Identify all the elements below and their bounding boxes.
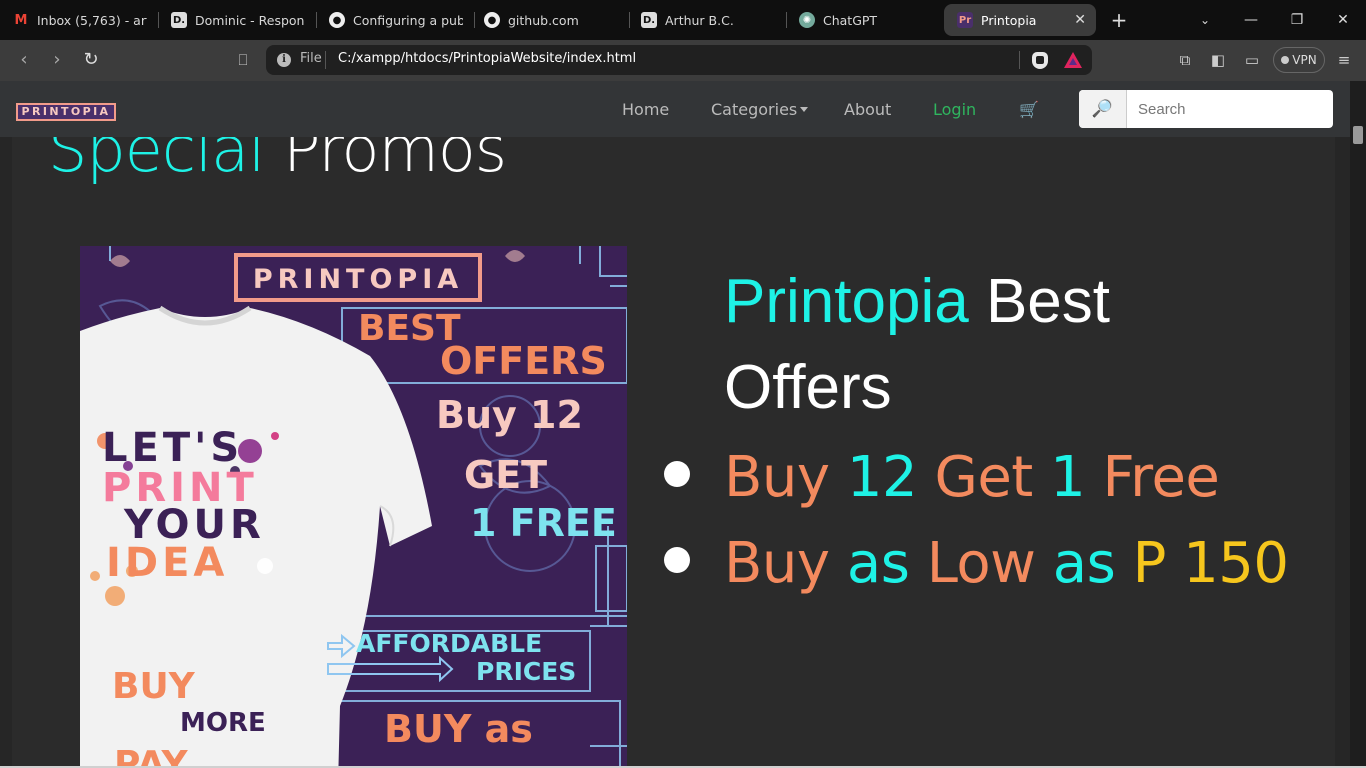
tab-search-chevron-icon[interactable]: ⌄ (1182, 0, 1228, 40)
close-tab-icon[interactable]: ✕ (1074, 12, 1086, 28)
github-icon: ● (329, 12, 345, 28)
nav-categories-label: Categories (711, 100, 798, 119)
bullet-icon (664, 461, 690, 487)
poster-line-idea: IDEA (106, 540, 228, 586)
tab-arthur[interactable]: D. Arthur B.C. (628, 4, 784, 36)
d-icon: D. (171, 12, 187, 28)
bookmark-icon[interactable]: ⎕ (231, 48, 255, 72)
search-form: 🔎 (1079, 90, 1333, 128)
offer2-word: as (846, 531, 910, 596)
sidebar-icon[interactable]: ◧ (1208, 50, 1228, 70)
printopia-icon: Pr (957, 12, 973, 28)
offer2-price: P 150 (1132, 531, 1289, 596)
caret-down-icon (800, 107, 809, 112)
brave-rewards-icon[interactable] (1064, 52, 1082, 68)
offer1-word: Get (934, 445, 1033, 510)
poster-brand: PRINTOPIA (253, 264, 463, 295)
gmail-icon: M (14, 12, 28, 28)
info-icon[interactable]: i (277, 53, 291, 67)
offer2-word: as (1052, 531, 1116, 596)
minimize-button[interactable]: — (1228, 0, 1274, 40)
site-navbar: PRINTOPIA Home Categories About Login 🛒 … (0, 81, 1350, 137)
offer-item-2: Buy as Low as P 150 (724, 531, 1289, 596)
page-heading: Special Promos (48, 137, 507, 186)
offer1-qty: 1 (1050, 445, 1086, 510)
forward-button[interactable]: › (45, 48, 69, 72)
tab-gmail[interactable]: M Inbox (5,763) - arthur (0, 4, 156, 36)
offers-title-accent: Printopia (724, 267, 969, 336)
poster-buy-as: BUY as (384, 707, 533, 751)
page-content: Special Promos PRINTOPIA LET'S PRINT YOU… (0, 137, 1350, 768)
cart-icon[interactable]: 🛒 (1019, 100, 1039, 119)
search-button[interactable]: 🔎 (1079, 90, 1127, 128)
tab-configuring[interactable]: ● Configuring a publish (316, 4, 472, 36)
tab-printopia[interactable]: Pr Printopia ✕ (944, 4, 1096, 36)
nav-login[interactable]: Login (933, 100, 976, 119)
tab-label: Printopia (981, 12, 1037, 28)
menu-icon[interactable]: ≡ (1334, 50, 1354, 70)
reload-button[interactable]: ↻ (79, 48, 103, 72)
chatgpt-icon: ✺ (799, 12, 815, 28)
tab-chatgpt[interactable]: ✺ ChatGPT (786, 4, 942, 36)
bullet-icon (664, 547, 690, 573)
poster-pay: PAY (114, 744, 188, 768)
url-text[interactable]: C:/xampp/htdocs/PrintopiaWebsite/index.h… (338, 51, 636, 66)
nav-home[interactable]: Home (622, 100, 669, 119)
tab-label: ChatGPT (823, 12, 878, 28)
file-label: File (300, 51, 322, 66)
poster-offers: OFFERS (440, 339, 607, 383)
offer2-word: Buy (724, 531, 830, 596)
tab-label: Arthur B.C. (665, 12, 734, 28)
restore-button[interactable]: ❐ (1274, 0, 1320, 40)
page-scrollbar[interactable] (1350, 81, 1366, 768)
poster-more: MORE (180, 708, 266, 738)
offer1-word: Free (1102, 445, 1220, 510)
address-toolbar: ‹ › ↻ ⎕ i File C:/xampp/htdocs/Printopia… (0, 40, 1366, 81)
poster-get: GET (464, 453, 547, 497)
site-logo[interactable]: PRINTOPIA (16, 103, 116, 121)
search-input[interactable] (1128, 91, 1331, 127)
poster-affordable: AFFORDABLE (356, 629, 542, 658)
offer1-word: Buy (724, 445, 830, 510)
offer-item-1: Buy 12 Get 1 Free (724, 445, 1220, 510)
tab-label: Configuring a publish (353, 12, 463, 28)
omnibox[interactable]: i File C:/xampp/htdocs/PrintopiaWebsite/… (266, 45, 1092, 75)
scrollbar-thumb[interactable] (1353, 126, 1363, 144)
close-window-button[interactable]: ✕ (1320, 0, 1366, 40)
heading-rest: Promos (283, 137, 507, 186)
offers-title: Printopia Best Offers (724, 259, 1244, 431)
d-icon: D. (641, 12, 657, 28)
tab-label: github.com (508, 12, 579, 28)
tab-dominic[interactable]: D. Dominic - Responsive (158, 4, 314, 36)
poster-free: 1 FREE (470, 501, 617, 545)
github-icon: ● (484, 12, 500, 28)
tab-label: Inbox (5,763) - arthur (37, 12, 147, 28)
wallet-icon[interactable]: ▭ (1242, 50, 1262, 70)
heading-accent: Special (48, 137, 265, 186)
back-button[interactable]: ‹ (12, 48, 36, 72)
tab-github[interactable]: ● github.com (471, 4, 627, 36)
search-icon: 🔎 (1091, 99, 1114, 119)
new-tab-button[interactable]: + (1108, 8, 1130, 32)
vpn-label: VPN (1292, 53, 1317, 67)
vpn-button[interactable]: VPN (1273, 47, 1325, 73)
nav-about[interactable]: About (844, 100, 891, 119)
poster-prices: PRICES (476, 657, 576, 686)
poster-buy12: Buy 12 (436, 393, 583, 437)
browser-tab-strip: M Inbox (5,763) - arthur D. Dominic - Re… (0, 0, 1366, 40)
tab-label: Dominic - Responsive (195, 12, 305, 28)
offer2-word: Low (926, 531, 1036, 596)
extensions-icon[interactable]: ⧉ (1175, 50, 1195, 70)
brave-shields-icon[interactable] (1032, 52, 1048, 69)
poster-buy: BUY (112, 666, 196, 707)
nav-categories[interactable]: Categories (711, 100, 809, 119)
promo-poster-image: PRINTOPIA LET'S PRINT YOUR IDEA BUY MORE… (80, 246, 627, 768)
offer1-qty: 12 (846, 445, 918, 510)
